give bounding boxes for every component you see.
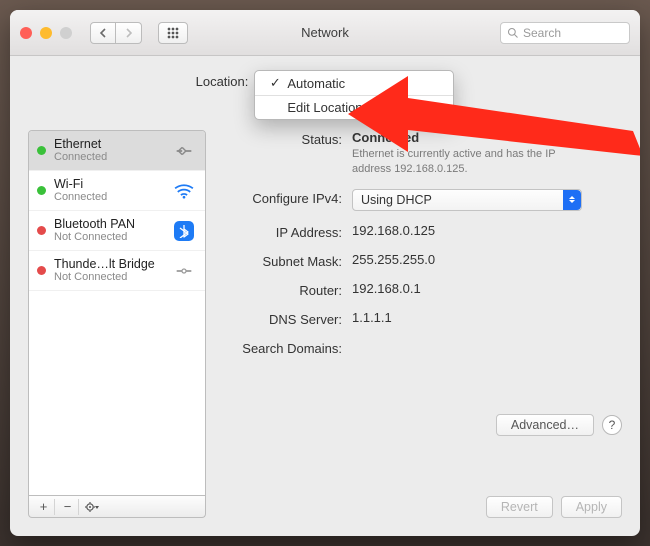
location-menu-edit[interactable]: Edit Locations…	[255, 95, 453, 119]
ip-address-value: 192.168.0.125	[352, 223, 622, 238]
service-status: Connected	[54, 151, 163, 164]
location-menu-automatic[interactable]: ✓ Automatic	[255, 71, 453, 95]
chevron-updown-icon	[563, 190, 581, 210]
service-name: Bluetooth PAN	[54, 217, 163, 231]
service-status: Connected	[54, 191, 163, 204]
service-name: Wi-Fi	[54, 177, 163, 191]
thunderbolt-icon	[171, 263, 197, 279]
dns-server-label: DNS Server:	[222, 310, 352, 327]
nav-buttons	[90, 22, 142, 44]
status-description: Ethernet is currently active and has the…	[352, 147, 592, 177]
configure-ipv4-label: Configure IPv4:	[222, 189, 352, 206]
service-status: Not Connected	[54, 231, 163, 244]
service-ethernet[interactable]: Ethernet Connected	[29, 131, 205, 171]
status-dot-icon	[37, 266, 46, 275]
location-menu-item-label: Edit Locations…	[287, 100, 382, 115]
subnet-mask-label: Subnet Mask:	[222, 252, 352, 269]
search-field[interactable]: Search	[500, 22, 630, 44]
grid-icon	[167, 27, 179, 39]
status-value: Connected	[352, 130, 419, 145]
apply-button[interactable]: Apply	[561, 496, 622, 518]
service-name: Thunde…lt Bridge	[54, 257, 163, 271]
search-domains-label: Search Domains:	[222, 339, 352, 356]
ethernet-icon	[171, 143, 197, 159]
dns-server-value: 1.1.1.1	[352, 310, 622, 325]
minimize-icon[interactable]	[40, 27, 52, 39]
subnet-mask-value: 255.255.255.0	[352, 252, 622, 267]
gear-icon	[84, 501, 100, 513]
configure-ipv4-select[interactable]: Using DHCP	[352, 189, 582, 211]
revert-button[interactable]: Revert	[486, 496, 553, 518]
window-controls	[20, 27, 72, 39]
back-button[interactable]	[90, 22, 116, 44]
router-value: 192.168.0.1	[352, 281, 622, 296]
service-list-toolbar: + −	[28, 496, 206, 518]
service-status: Not Connected	[54, 271, 163, 284]
network-prefs-window: Network Search Location: ✓ Automatic Edi…	[10, 10, 640, 536]
configure-ipv4-value: Using DHCP	[361, 193, 432, 207]
check-icon: ✓	[269, 75, 281, 91]
wifi-icon	[171, 183, 197, 199]
remove-service-button[interactable]: −	[57, 499, 79, 515]
status-dot-icon	[37, 186, 46, 195]
add-service-button[interactable]: +	[33, 499, 55, 515]
titlebar: Network Search	[10, 10, 640, 56]
ip-address-label: IP Address:	[222, 223, 352, 240]
service-name: Ethernet	[54, 137, 163, 151]
close-icon[interactable]	[20, 27, 32, 39]
status-label: Status:	[222, 130, 352, 147]
status-dot-icon	[37, 146, 46, 155]
help-button[interactable]: ?	[602, 415, 622, 435]
forward-button[interactable]	[116, 22, 142, 44]
show-all-button[interactable]	[158, 22, 188, 44]
service-wifi[interactable]: Wi-Fi Connected	[29, 171, 205, 211]
zoom-icon	[60, 27, 72, 39]
detail-pane: Status: Connected Ethernet is currently …	[222, 130, 622, 518]
search-placeholder: Search	[523, 26, 561, 40]
router-label: Router:	[222, 281, 352, 298]
service-bluetooth-pan[interactable]: Bluetooth PAN Not Connected	[29, 211, 205, 251]
search-icon	[507, 27, 519, 39]
advanced-button[interactable]: Advanced…	[496, 414, 594, 436]
service-actions-button[interactable]	[81, 499, 103, 515]
location-label: Location:	[196, 70, 249, 89]
service-thunderbolt-bridge[interactable]: Thunde…lt Bridge Not Connected	[29, 251, 205, 291]
service-list[interactable]: Ethernet Connected Wi-Fi Connected	[28, 130, 206, 496]
location-menu-item-label: Automatic	[287, 76, 345, 91]
location-menu[interactable]: ✓ Automatic Edit Locations…	[254, 70, 454, 120]
status-dot-icon	[37, 226, 46, 235]
bluetooth-icon	[171, 221, 197, 241]
